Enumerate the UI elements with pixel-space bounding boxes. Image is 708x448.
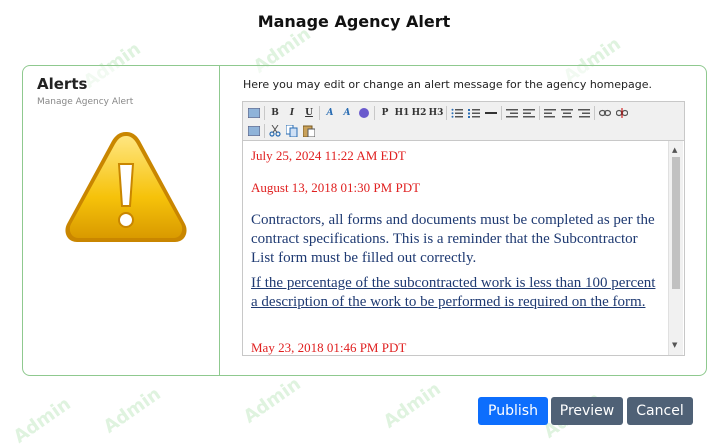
alert-date: August 13, 2018 01:30 PM PDT (251, 180, 421, 195)
ordered-list-icon[interactable] (450, 106, 464, 120)
indent-icon[interactable] (522, 106, 536, 120)
scroll-thumb[interactable] (672, 157, 680, 289)
paste-icon[interactable] (302, 124, 316, 138)
preview-button[interactable]: Preview (551, 397, 623, 425)
copy-icon[interactable] (285, 124, 299, 138)
heading2-button[interactable]: H2 (412, 106, 427, 120)
text-color-icon[interactable]: A (323, 106, 337, 120)
alert-date: May 23, 2018 01:46 PM PDT (251, 340, 407, 355)
align-left-icon[interactable] (543, 106, 557, 120)
heading1-button[interactable]: H1 (395, 106, 410, 120)
sidebar-title: Alerts (37, 75, 88, 93)
publish-button[interactable]: Publish (478, 397, 548, 425)
align-right-icon[interactable] (577, 106, 591, 120)
watermark-text: Admin (239, 373, 305, 428)
scroll-down-icon[interactable]: ▼ (672, 341, 677, 349)
watermark-text: Admin (99, 383, 165, 438)
editor-scrollbar[interactable]: ▲ ▼ (668, 141, 683, 355)
cancel-button[interactable]: Cancel (627, 397, 693, 425)
unlink-icon[interactable] (615, 106, 629, 120)
unordered-list-icon[interactable] (467, 106, 481, 120)
source-icon[interactable] (247, 106, 261, 120)
editor-toolbar: B I U A A P H1 H2 H3 (243, 102, 684, 141)
image-icon[interactable] (247, 124, 261, 138)
bg-color-icon[interactable]: A (340, 106, 354, 120)
watermark-text: Admin (9, 393, 75, 448)
watermark-text: Admin (379, 378, 445, 433)
align-center-icon[interactable] (560, 106, 574, 120)
alert-panel: Alerts Manage Agency Alert Here you may … (22, 65, 707, 376)
horizontal-rule-icon[interactable] (484, 106, 498, 120)
alert-date: July 25, 2024 11:22 AM EDT (251, 148, 406, 163)
heading3-button[interactable]: H3 (429, 106, 444, 120)
instructions-text: Here you may edit or change an alert mes… (243, 78, 652, 91)
scroll-up-icon[interactable]: ▲ (672, 146, 677, 154)
outdent-icon[interactable] (505, 106, 519, 120)
page-title: Manage Agency Alert (257, 12, 451, 31)
link-icon[interactable] (598, 106, 612, 120)
editor-content[interactable]: July 25, 2024 11:22 AM EDT August 13, 20… (243, 141, 667, 355)
sidebar-subtitle: Manage Agency Alert (37, 97, 134, 107)
paragraph-button[interactable]: P (378, 106, 392, 120)
italic-button[interactable]: I (285, 106, 299, 120)
warning-icon (65, 132, 187, 242)
special-char-icon[interactable] (357, 106, 371, 120)
bold-button[interactable]: B (268, 106, 282, 120)
underline-button[interactable]: U (302, 106, 316, 120)
alert-sidebar: Alerts Manage Agency Alert (23, 66, 220, 375)
rich-text-editor: B I U A A P H1 H2 H3 July 25, 2024 11:22… (242, 101, 685, 356)
alert-message-underlined: If the percentage of the subcontracted w… (251, 275, 656, 310)
alert-message: Contractors, all forms and documents mus… (251, 212, 655, 266)
cut-icon[interactable] (268, 124, 282, 138)
